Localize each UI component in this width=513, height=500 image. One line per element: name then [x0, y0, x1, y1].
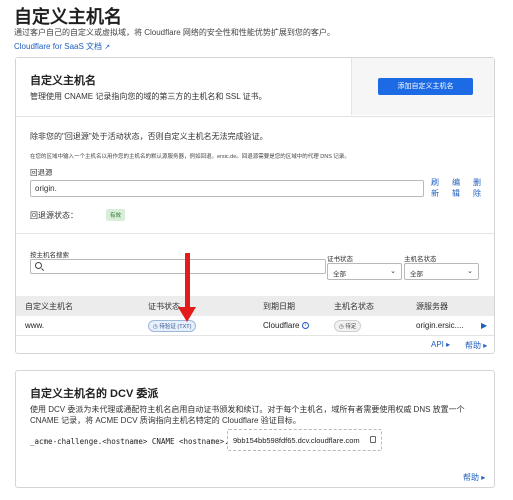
- cert-status-text: 待验证 (TXT): [159, 324, 192, 330]
- fallback-origin-label: 回退源: [30, 168, 53, 177]
- help-link[interactable]: 帮助 ▸: [465, 340, 487, 351]
- saas-docs-link[interactable]: Cloudflare for SaaS 文档 ↗: [14, 41, 110, 52]
- cert-status-filter-select[interactable]: 全部 ⌄: [327, 263, 402, 280]
- dcv-help-label[interactable]: 帮助: [463, 473, 479, 482]
- dcv-delegation-card: 自定义主机名的 DCV 委派 使用 DCV 委派为未代理或通配符主机名启用自动证…: [15, 370, 495, 488]
- status-badge: 有效: [106, 209, 126, 221]
- col-origin: 源服务器: [416, 302, 448, 311]
- chevron-down-icon: ⌄: [390, 268, 396, 275]
- expand-row-icon[interactable]: ▶: [481, 321, 487, 330]
- hostname-status-filter-value: 全部: [410, 271, 423, 278]
- search-icon: [35, 262, 42, 269]
- table-row[interactable]: www. ◷ 待验证 (TXT) Cloudflare i ◷ 待定 origi…: [16, 316, 494, 336]
- col-hostname-status: 主机名状态: [334, 302, 374, 311]
- chevron-right-icon: ▸: [481, 341, 488, 350]
- chevron-right-icon: ▸: [479, 473, 486, 482]
- page-title: 自定义主机名: [14, 7, 122, 27]
- clock-icon: ◷: [339, 324, 344, 330]
- refresh-link[interactable]: 刷新: [430, 177, 440, 199]
- divider: [16, 233, 494, 234]
- copy-icon[interactable]: [370, 436, 376, 443]
- edit-link[interactable]: 编辑: [451, 177, 461, 199]
- fallback-status-label: 回退源状态：: [30, 211, 78, 220]
- annotation-arrow-shaft: [185, 253, 190, 309]
- external-link-icon: ↗: [104, 44, 111, 51]
- dcv-help-link[interactable]: 帮助 ▸: [463, 472, 485, 483]
- help-link-label[interactable]: 帮助: [465, 341, 481, 350]
- hostname-cell: www.: [25, 321, 45, 330]
- divider: [16, 116, 494, 117]
- chevron-down-icon: ⌄: [467, 268, 473, 275]
- custom-hostnames-card: 自定义主机名 管理使用 CNAME 记录指向您的域的第三方的主机名和 SSL 证…: [15, 57, 495, 354]
- search-input[interactable]: [30, 259, 326, 274]
- search-label: 按主机名搜索: [30, 252, 69, 259]
- page-description: 通过客户自己的自定义或虚拟域，将 Cloudflare 网络的安全性和性能优势扩…: [14, 28, 335, 37]
- expiry-cell: Cloudflare i: [263, 321, 309, 330]
- dcv-record-target[interactable]: 9bb154bb598fdf65.dcv.cloudflare.com: [227, 429, 382, 451]
- hostname-status-filter-select[interactable]: 全部 ⌄: [404, 263, 479, 280]
- expiry-text: Cloudflare: [263, 321, 300, 330]
- saas-docs-link-label[interactable]: Cloudflare for SaaS 文档: [14, 42, 102, 51]
- cert-status-filter-label: 证书状态: [327, 256, 353, 263]
- col-custom-hostname: 自定义主机名: [25, 302, 73, 311]
- table-header: 自定义主机名 证书状态 到期日期 主机名状态 源服务器: [16, 296, 494, 316]
- fallback-origin-input[interactable]: origin.: [30, 180, 424, 197]
- dcv-description: 使用 DCV 委派为未代理或通配符主机名启用自动证书颁发和续订。对于每个主机名，…: [30, 405, 465, 425]
- clock-icon: ◷: [153, 324, 158, 330]
- dcv-record-prefix: _acme-challenge.<hostname> CNAME <hostna…: [30, 437, 229, 446]
- api-link-label[interactable]: API: [431, 340, 444, 349]
- info-icon[interactable]: i: [301, 322, 309, 330]
- col-expiry: 到期日期: [263, 302, 295, 311]
- cert-status-filter-value: 全部: [333, 271, 346, 278]
- dcv-title: 自定义主机名的 DCV 委派: [30, 388, 159, 400]
- fallback-instructions: 在您的区域中输入一个主机名以用作您的主机名的默认源服务器，例如回退。ersic.…: [30, 154, 350, 160]
- card-header: 自定义主机名 管理使用 CNAME 记录指向您的域的第三方的主机名和 SSL 证…: [16, 58, 494, 115]
- card-description: 管理使用 CNAME 记录指向您的域的第三方的主机名和 SSL 证书。: [30, 92, 267, 101]
- dcv-target-text: 9bb154bb598fdf65.dcv.cloudflare.com: [233, 436, 360, 445]
- api-link[interactable]: API ▸: [431, 340, 450, 349]
- hostname-status-pill: ◷ 待定: [334, 320, 362, 332]
- col-cert-status: 证书状态: [148, 302, 180, 311]
- origin-cell: origin.ersic....: [416, 321, 464, 330]
- card-header-actions: 添加自定义主机名: [351, 58, 494, 115]
- fallback-warning: 除非您的"回退源"处于活动状态，否则自定义主机名无法完成验证。: [30, 132, 268, 141]
- hostname-status-filter-label: 主机名状态: [404, 256, 437, 263]
- annotation-arrow-icon: [178, 307, 196, 322]
- hostname-status-text: 待定: [345, 324, 357, 330]
- add-custom-hostname-button[interactable]: 添加自定义主机名: [378, 78, 473, 95]
- card-title: 自定义主机名: [30, 75, 96, 87]
- delete-link[interactable]: 删除: [472, 177, 482, 199]
- chevron-right-icon: ▸: [443, 340, 451, 349]
